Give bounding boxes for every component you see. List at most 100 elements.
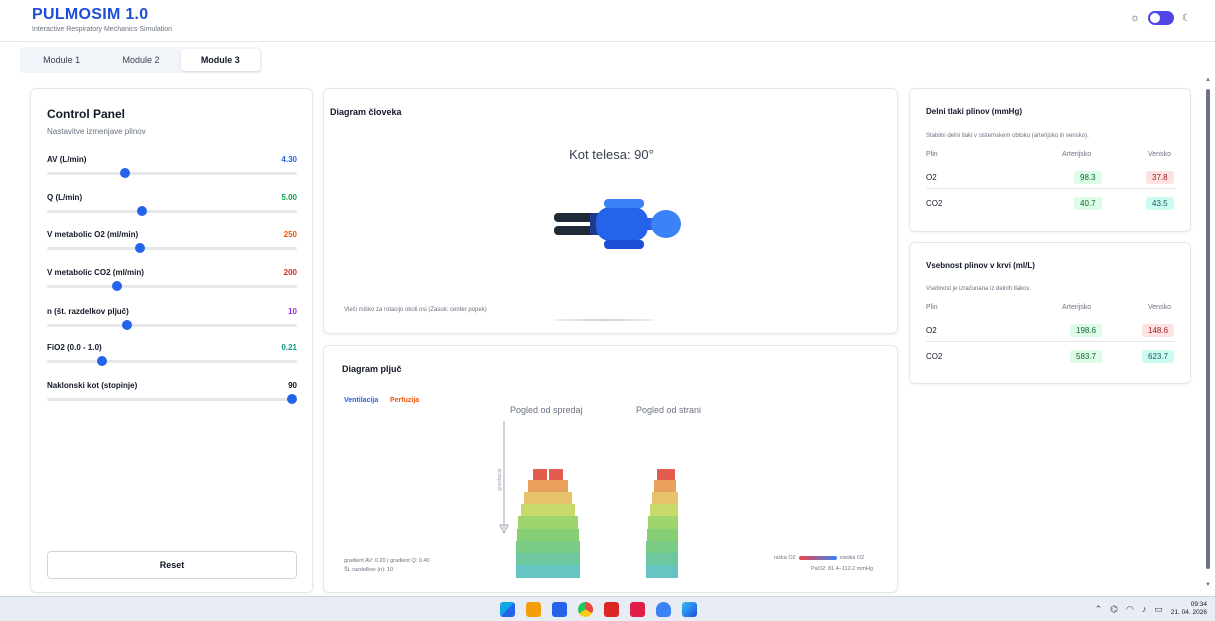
slider-value: 5.00	[281, 193, 297, 202]
blood-content-description: Vsebnost je izračunana iz delnih tlakov.	[926, 286, 1031, 292]
slider-label: n (št. razdelkov pljuč)	[47, 307, 129, 316]
windows-start-icon[interactable]	[500, 602, 515, 617]
sun-icon: ☼	[1129, 12, 1141, 24]
body-angle-label: Kot telesa: 90°	[569, 147, 654, 162]
slider-q: Q (L/min) 5.00	[47, 193, 297, 223]
app-subtitle: Interactive Respiratory Mechanics Simula…	[32, 26, 173, 33]
header-gas: Plin	[926, 304, 938, 311]
slider-track[interactable]	[47, 243, 297, 253]
moon-icon: ☾	[1182, 12, 1191, 24]
switch-knob	[1150, 13, 1161, 23]
lung-visualization[interactable]: gravitacija	[492, 421, 752, 583]
slider-thumb[interactable]	[287, 394, 297, 404]
chevron-up-icon[interactable]: ⌃	[1095, 604, 1103, 615]
torso	[596, 207, 648, 241]
network-icon[interactable]: ⌬	[1110, 604, 1118, 615]
onedrive-icon[interactable]	[656, 602, 671, 617]
gravity-label: gravitacija	[497, 468, 503, 491]
clock[interactable]: 09:34 21. 04. 2026	[1171, 601, 1207, 617]
chrome-icon[interactable]	[578, 602, 593, 617]
app-header: PULMOSIM 1.0 Interactive Respiratory Mec…	[0, 0, 1215, 42]
header-venous: Vensko	[1148, 151, 1171, 158]
arterial-value: 98.3	[1074, 171, 1102, 184]
venous-value: 148.6	[1142, 324, 1175, 337]
gradient-info: gradient AV: 0.20 | gradient Q: 0.40 Št.…	[344, 557, 430, 575]
head	[651, 210, 681, 238]
scroll-thumb[interactable]	[1206, 89, 1210, 569]
slider-label: V metabolic CO2 (ml/min)	[47, 268, 144, 277]
control-panel-title: Control Panel	[47, 107, 126, 121]
slider-vco2: V metabolic CO2 (ml/min) 200	[47, 268, 297, 298]
human-diagram-card: Diagram človeka Kot telesa: 90° Vleči mi…	[323, 88, 898, 334]
photos-icon[interactable]	[682, 602, 697, 617]
rotation-hint: Vleči miško za rotacijo okoli osi (Zasuk…	[344, 307, 487, 313]
slider-track[interactable]	[47, 320, 297, 330]
segment-count: Št. razdelkov (n): 10	[344, 567, 394, 573]
arm-upper	[604, 199, 644, 208]
arterial-value: 40.7	[1074, 197, 1102, 210]
clock-time: 09:34	[1190, 601, 1207, 608]
arm-lower	[604, 240, 644, 249]
slider-label: Q (L/min)	[47, 193, 83, 202]
battery-icon[interactable]: ▭	[1154, 604, 1163, 615]
arterial-value: 583.7	[1070, 350, 1103, 363]
header-arterial: Arterijsko	[1062, 304, 1092, 311]
blood-content-card: Vsebnost plinov v krvi (ml/L) Vsebnost j…	[909, 242, 1191, 384]
module-tabs: Module 1 Module 2 Module 3	[20, 47, 262, 73]
human-diagram-title: Diagram človeka	[330, 107, 402, 117]
slider-label: Naklonski kot (stopinje)	[47, 381, 138, 390]
theme-switch[interactable]	[1148, 11, 1175, 25]
slider-label: FiO2 (0.0 - 1.0)	[47, 343, 102, 352]
slider-value: 0.21	[281, 343, 297, 352]
slider-track[interactable]	[47, 168, 297, 178]
slider-value: 90	[288, 381, 297, 390]
tab-module-3[interactable]: Module 3	[180, 49, 260, 71]
o2-high-label: visoka O2	[839, 555, 865, 561]
tab-module-1[interactable]: Module 1	[22, 49, 101, 71]
venous-value: 37.8	[1146, 171, 1174, 184]
scroll-down-icon[interactable]: ▼	[1205, 582, 1211, 588]
slider-track[interactable]	[47, 394, 297, 404]
page-scrollbar[interactable]: ▲ ▼	[1203, 75, 1213, 595]
gradient-values: gradient AV: 0.20 | gradient Q: 0.40	[344, 558, 430, 564]
slider-thumb[interactable]	[137, 206, 147, 216]
calendar-app-icon[interactable]	[630, 602, 645, 617]
partial-pressures-description: Stabilni delni tlaki v sistemskem obtoku…	[926, 133, 1089, 139]
slider-track[interactable]	[47, 281, 297, 291]
slider-track[interactable]	[47, 206, 297, 216]
slider-thumb[interactable]	[134, 243, 145, 253]
volume-icon[interactable]: ♪	[1142, 604, 1147, 614]
slider-thumb[interactable]	[119, 168, 130, 178]
slider-vo2: V metabolic O2 (ml/min) 250	[47, 230, 297, 260]
slider-value: 200	[283, 268, 297, 277]
table-row: CO2 40.7 43.5	[926, 193, 1176, 215]
slider-value: 10	[288, 307, 297, 316]
table-row: O2 198.6 148.6	[926, 320, 1176, 342]
ventilation-toggle[interactable]: Ventilacija	[344, 397, 378, 404]
slider-thumb[interactable]	[122, 320, 132, 330]
tab-module-2[interactable]: Module 2	[101, 49, 180, 71]
partial-pressures-card: Delni tlaki plinov (mmHg) Stabilni delni…	[909, 88, 1191, 232]
wifi-icon[interactable]: ◠	[1126, 604, 1134, 615]
reset-button[interactable]: Reset	[47, 551, 297, 579]
word-icon[interactable]	[552, 602, 567, 617]
human-figure[interactable]	[552, 199, 682, 259]
pao2-range: PaO2: 81.4–112.2 mmHg	[811, 566, 873, 572]
theme-toggle[interactable]: ☼ ☾	[1130, 11, 1191, 25]
perfusion-toggle[interactable]: Perfuzija	[390, 397, 419, 404]
venous-value: 623.7	[1142, 350, 1175, 363]
control-panel: Control Panel Nastavitve izmenjave plino…	[30, 88, 313, 593]
blood-content-title: Vsebnost plinov v krvi (ml/L)	[926, 261, 1035, 270]
slider-track[interactable]	[47, 356, 297, 366]
slider-thumb[interactable]	[97, 356, 107, 366]
system-tray: ⌃ ⌬ ◠ ♪ ▭ 09:34 21. 04. 2026	[1095, 601, 1207, 617]
slider-value: 4.30	[281, 155, 297, 164]
app-title: PULMOSIM 1.0	[32, 6, 149, 23]
slider-thumb[interactable]	[112, 281, 122, 291]
clock-date: 21. 04. 2026	[1170, 609, 1207, 616]
powerpoint-icon[interactable]	[604, 602, 619, 617]
file-explorer-icon[interactable]	[526, 602, 541, 617]
venous-value: 43.5	[1146, 197, 1174, 210]
gas-name: CO2	[926, 352, 943, 361]
scroll-up-icon[interactable]: ▲	[1205, 77, 1211, 83]
